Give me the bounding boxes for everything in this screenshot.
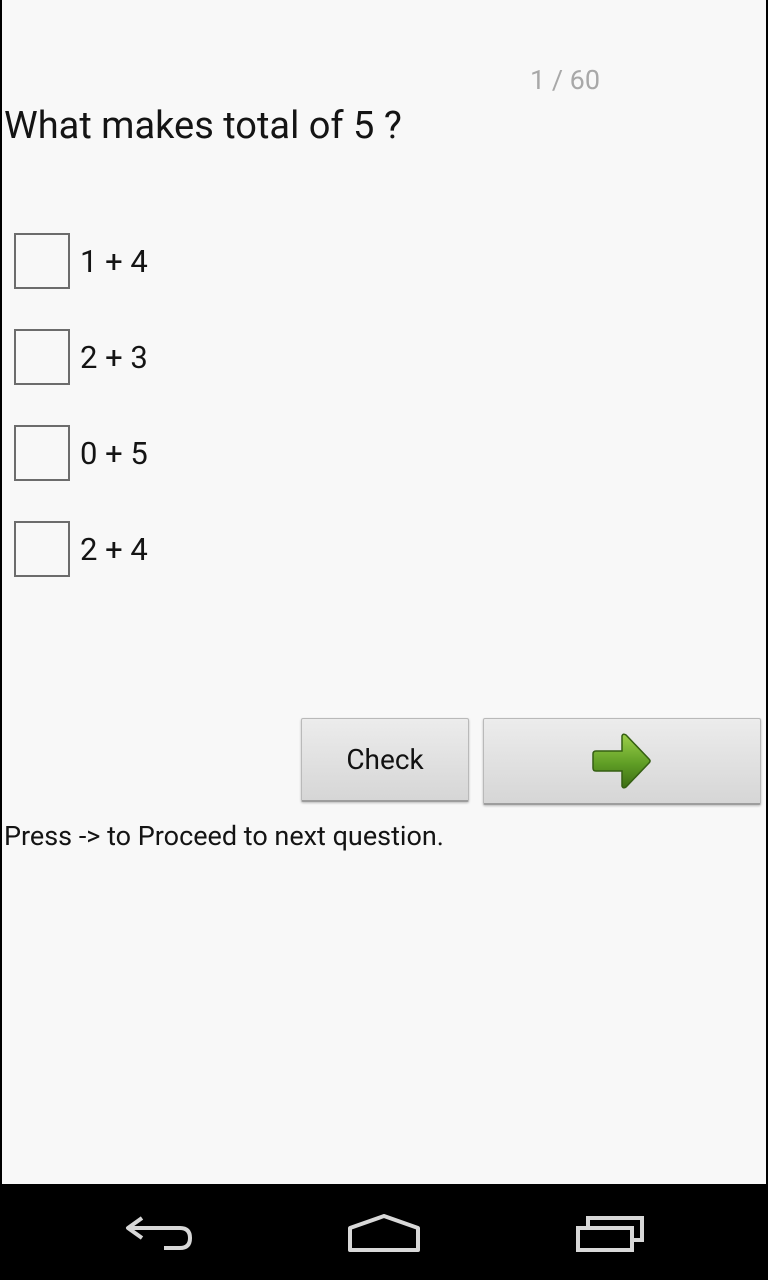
option-2-label: 2 + 3 (80, 338, 148, 376)
option-2-checkbox[interactable] (14, 329, 70, 385)
option-3[interactable]: 0 + 5 (14, 425, 148, 481)
recents-icon (576, 1216, 644, 1252)
option-1-label: 1 + 4 (80, 242, 148, 280)
option-4-label: 2 + 4 (80, 530, 148, 568)
option-3-label: 0 + 5 (80, 434, 148, 472)
option-4[interactable]: 2 + 4 (14, 521, 148, 577)
question-text: What makes total of 5 ? (4, 104, 402, 148)
check-button[interactable]: Check (301, 718, 469, 802)
hint-text: Press -> to Proceed to next question. (4, 820, 444, 852)
nav-recents-button[interactable] (560, 1206, 660, 1262)
back-icon (126, 1216, 193, 1250)
option-2[interactable]: 2 + 3 (14, 329, 148, 385)
option-4-checkbox[interactable] (14, 521, 70, 577)
question-counter: 1 / 60 (529, 64, 601, 96)
option-1[interactable]: 1 + 4 (14, 233, 148, 289)
quiz-screen: 1 / 60 What makes total of 5 ? 1 + 4 2 +… (0, 0, 768, 1184)
next-question-button[interactable] (483, 718, 761, 805)
home-icon (348, 1214, 420, 1252)
nav-home-button[interactable] (334, 1206, 434, 1262)
nav-back-button[interactable] (110, 1206, 210, 1262)
option-1-checkbox[interactable] (14, 233, 70, 289)
arrow-right-icon (592, 733, 651, 789)
option-3-checkbox[interactable] (14, 425, 70, 481)
